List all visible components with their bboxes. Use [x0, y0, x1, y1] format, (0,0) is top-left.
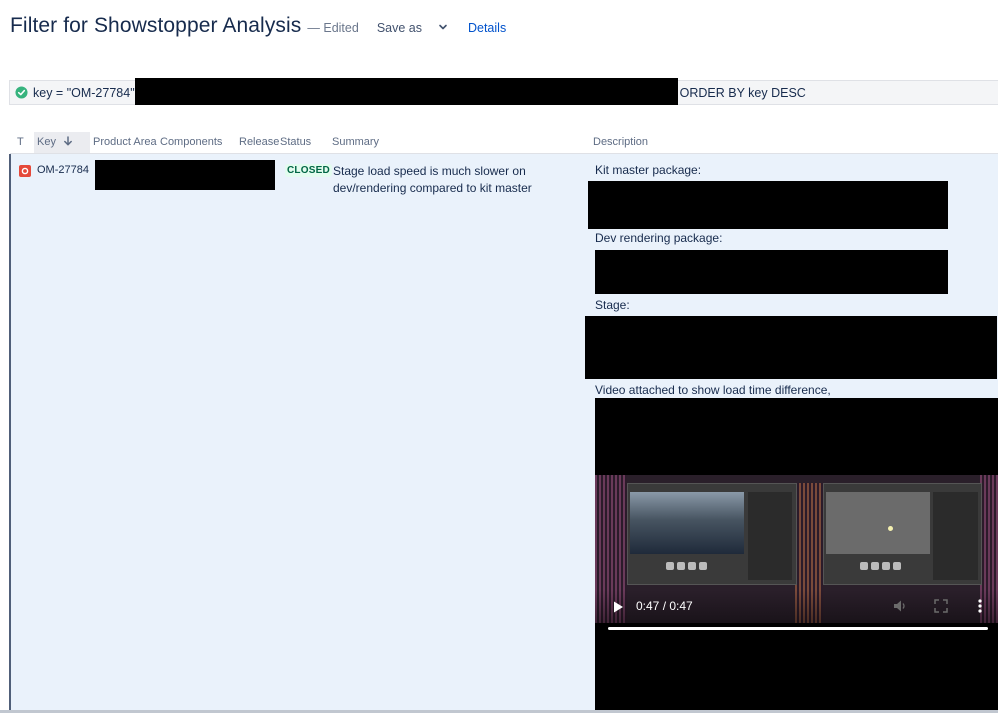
video-progress-bar[interactable]: [608, 627, 988, 630]
jql-query-input[interactable]: key = "OM-27784" ORDER BY key DESC: [9, 78, 998, 105]
redacted-block: [134, 78, 678, 105]
status-badge: CLOSED: [285, 164, 332, 177]
description-kit-master-label: Kit master package:: [595, 163, 702, 177]
more-vertical-icon[interactable]: [976, 598, 984, 614]
video-panel: [748, 492, 792, 580]
light-dot: [888, 526, 893, 531]
video-thumbnails: [666, 562, 707, 570]
redacted-block: [585, 316, 997, 379]
edited-indicator: — Edited: [307, 21, 359, 35]
redacted-block: [588, 181, 948, 229]
redacted-block: [95, 160, 275, 190]
column-header-key[interactable]: Key: [37, 136, 73, 148]
save-as-label: Save as: [376, 21, 422, 35]
column-header-summary[interactable]: Summary: [332, 136, 379, 148]
arrow-down-icon: [64, 136, 72, 146]
video-time: 0:47 / 0:47: [636, 599, 693, 613]
bug-icon: [19, 165, 31, 177]
description-dev-rendering-label: Dev rendering package:: [595, 231, 723, 245]
filter-header: Filter for Showstopper Analysis — Edited…: [10, 14, 506, 38]
video-viewport: [826, 492, 930, 554]
issue-summary[interactable]: Stage load speed is much slower on dev/r…: [333, 163, 563, 197]
fullscreen-icon[interactable]: [934, 599, 948, 613]
issue-key-link[interactable]: OM-27784: [37, 164, 89, 176]
volume-icon[interactable]: [893, 599, 907, 613]
issue-navigator: Filter for Showstopper Analysis — Edited…: [0, 0, 998, 713]
column-header-components[interactable]: Components: [160, 136, 222, 148]
video-controls: 0:47 / 0:47: [595, 590, 998, 635]
table-header: T Key Product Area Components Release St…: [10, 132, 998, 154]
details-link[interactable]: Details: [468, 21, 506, 35]
video-viewport: [630, 492, 744, 554]
video-app-window: [823, 483, 982, 585]
redacted-block: [595, 250, 948, 294]
jql-text-prefix: key = "OM-27784": [33, 85, 135, 100]
description-stage-label: Stage:: [595, 298, 630, 312]
video-thumbnails: [860, 562, 901, 570]
column-header-key-label: Key: [37, 136, 56, 148]
play-icon[interactable]: [611, 600, 625, 614]
save-as-button[interactable]: Save as: [377, 21, 448, 35]
jql-text-suffix: ORDER BY key DESC: [679, 85, 806, 100]
column-header-type[interactable]: T: [17, 136, 24, 148]
page-title: Filter for Showstopper Analysis: [10, 14, 302, 37]
table-row[interactable]: OM-27784 CLOSED Stage load speed is much…: [9, 154, 998, 713]
video-panel: [933, 492, 978, 580]
column-header-status[interactable]: Status: [280, 136, 311, 148]
chevron-down-icon: [439, 24, 447, 30]
column-header-product-area[interactable]: Product Area: [93, 136, 157, 148]
video-app-window: [627, 483, 797, 585]
check-circle-icon: [15, 86, 28, 99]
column-header-release[interactable]: Release: [239, 136, 279, 148]
description-video-label: Video attached to show load time differe…: [595, 383, 831, 397]
video-player[interactable]: 0:47 / 0:47: [595, 398, 998, 713]
column-header-description[interactable]: Description: [593, 136, 648, 148]
